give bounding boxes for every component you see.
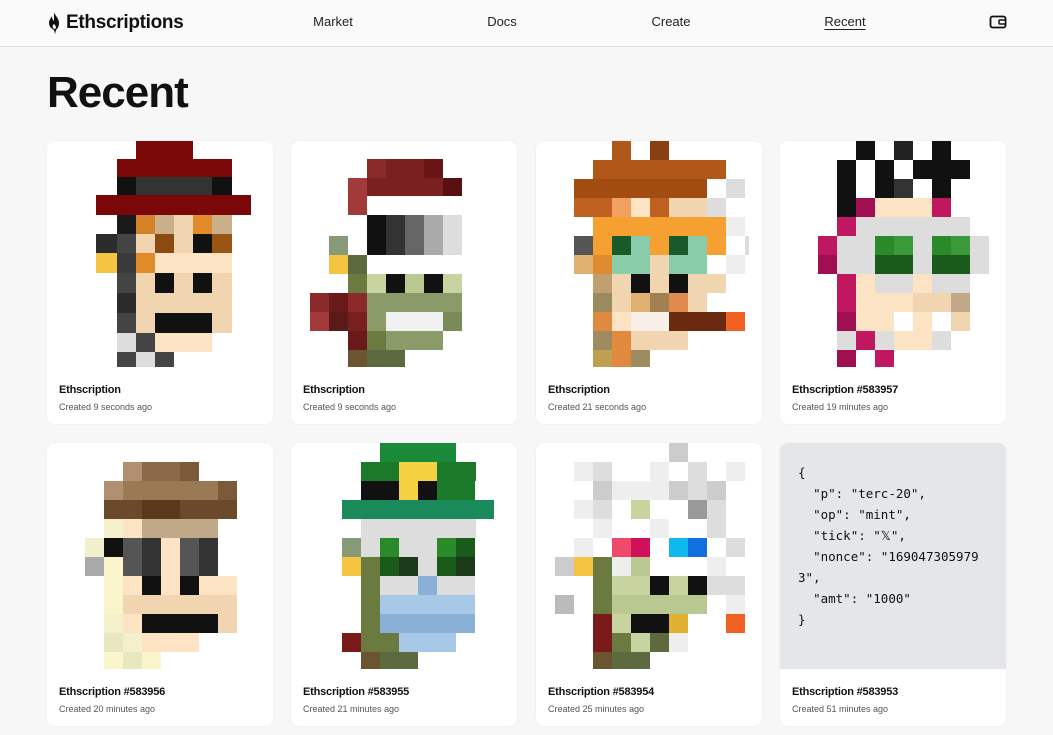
card-timestamp: Created 51 minutes ago — [792, 704, 889, 714]
card-timestamp: Created 25 minutes ago — [548, 704, 645, 714]
card-timestamp: Created 21 minutes ago — [303, 704, 400, 714]
card-image — [574, 141, 749, 367]
ethscription-card[interactable]: Ethscription Created 21 seconds ago — [536, 141, 762, 424]
card-title: Ethscription — [59, 384, 121, 396]
card-image — [85, 462, 237, 669]
card-timestamp: Created 9 seconds ago — [59, 402, 153, 412]
card-title: Ethscription #583956 — [59, 686, 166, 698]
card-timestamp: Created 9 seconds ago — [303, 402, 397, 412]
card-title: Ethscription — [548, 384, 610, 396]
ethscription-card[interactable]: Ethscription #583956 Created 20 minutes … — [47, 443, 273, 726]
card-timestamp: Created 20 minutes ago — [59, 704, 156, 714]
card-title: Ethscription #583955 — [303, 686, 410, 698]
card-image — [818, 141, 989, 367]
top-navigation: Ethscriptions Market Docs Create Recent — [0, 0, 1053, 47]
card-image — [555, 443, 745, 669]
card-title: Ethscription #583957 — [792, 384, 899, 396]
ethscription-card[interactable]: Ethscription #583957 Created 19 minutes … — [780, 141, 1006, 424]
card-image — [96, 141, 251, 367]
nav-create[interactable]: Create — [651, 14, 690, 29]
card-timestamp: Created 19 minutes ago — [792, 402, 889, 412]
nav-recent[interactable]: Recent — [824, 14, 865, 29]
wallet-icon[interactable] — [989, 14, 1007, 30]
ethscription-card[interactable]: Ethscription Created 9 seconds ago — [47, 141, 273, 424]
ethscription-card[interactable]: { "p": "terc-20", "op": "mint", "tick": … — [780, 443, 1006, 726]
ethscription-card[interactable]: Ethscription #583955 Created 21 minutes … — [291, 443, 517, 726]
ethscription-card[interactable]: Ethscription Created 9 seconds ago — [291, 141, 517, 424]
nav-docs[interactable]: Docs — [487, 14, 517, 29]
card-title: Ethscription #583954 — [548, 686, 655, 698]
flame-icon — [49, 12, 59, 34]
nav-market[interactable]: Market — [313, 14, 353, 29]
brand-name: Ethscriptions — [66, 12, 184, 33]
card-image — [310, 159, 462, 367]
card-timestamp: Created 21 seconds ago — [548, 402, 647, 412]
card-title: Ethscription #583953 — [792, 686, 899, 698]
ethscription-card[interactable]: Ethscription #583954 Created 25 minutes … — [536, 443, 762, 726]
inscription-json-content: { "p": "terc-20", "op": "mint", "tick": … — [780, 443, 1006, 669]
page-title: Recent — [47, 68, 189, 117]
card-image — [342, 443, 494, 669]
brand-logo-link[interactable]: Ethscriptions — [46, 10, 184, 36]
card-title: Ethscription — [303, 384, 365, 396]
